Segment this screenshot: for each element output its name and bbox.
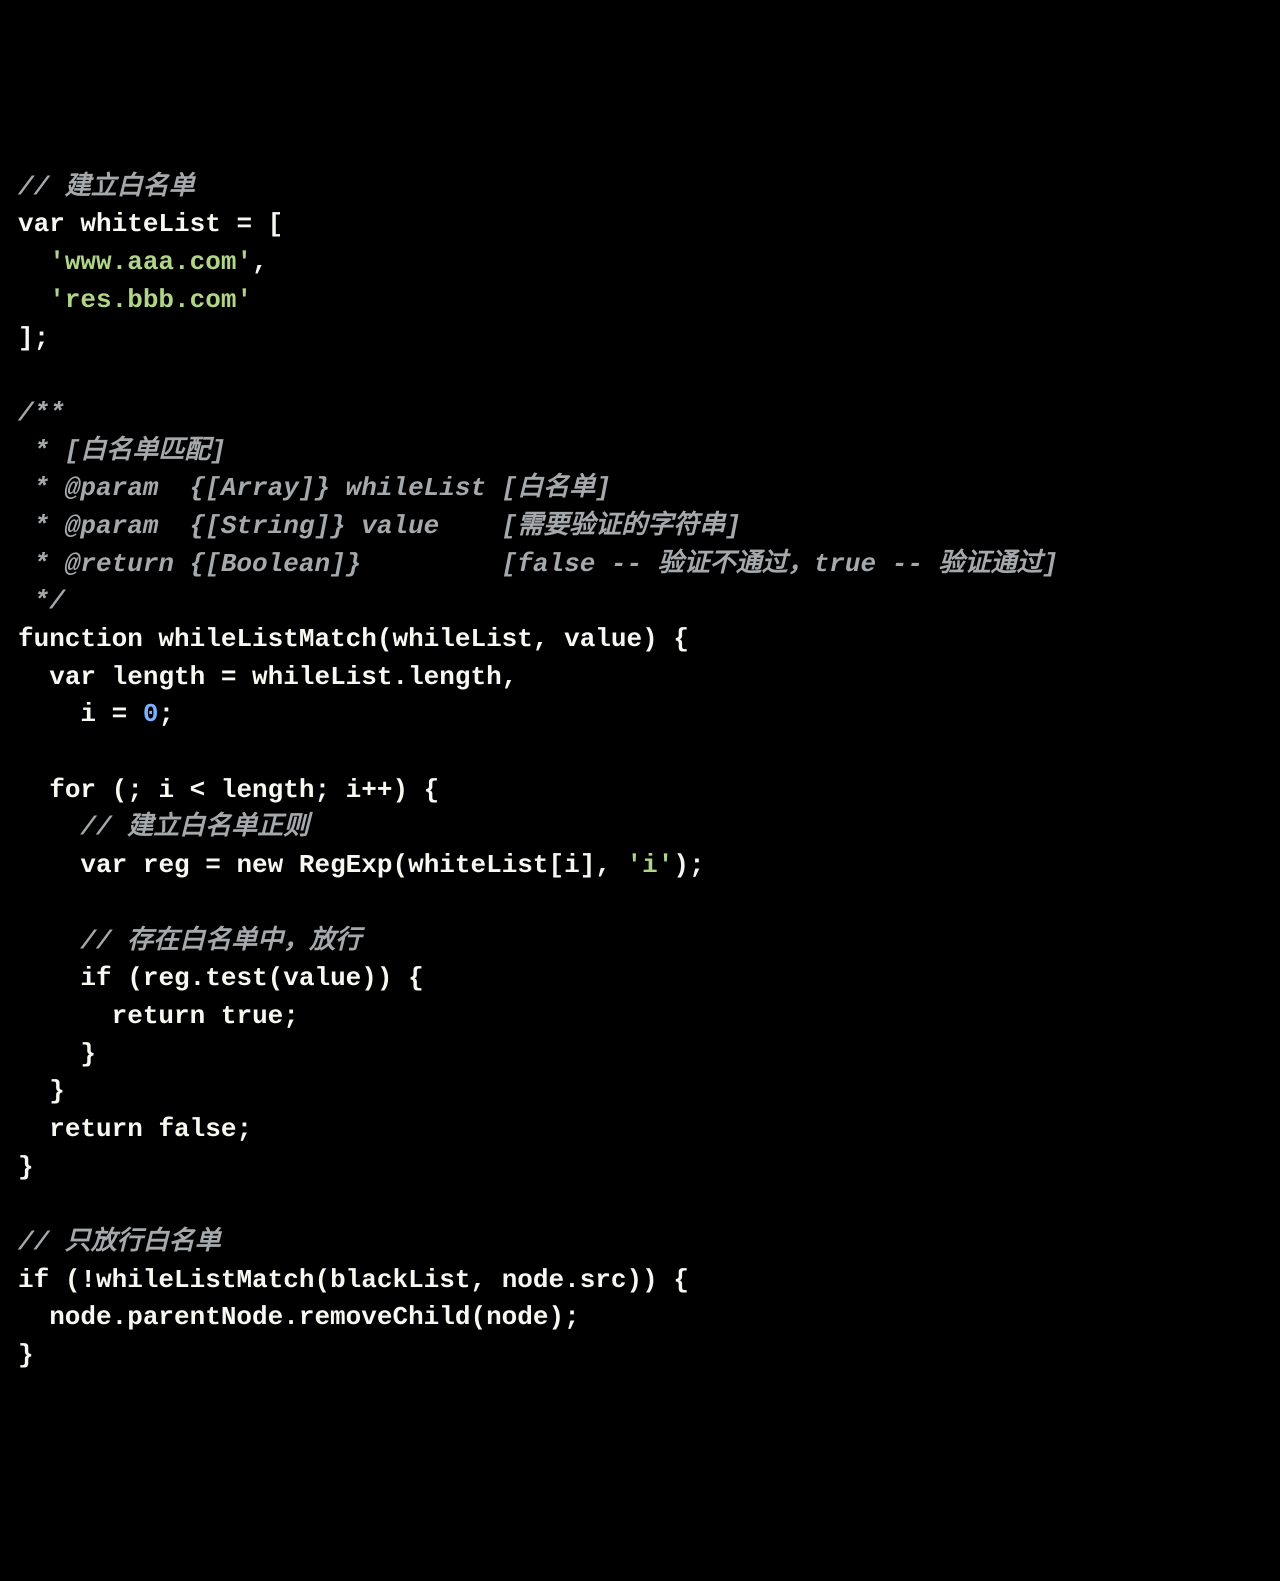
code-line: var whiteList = [ — [18, 206, 1262, 244]
code-line — [18, 734, 1262, 772]
code-token: var — [49, 662, 96, 692]
code-token: * @param {[Array]} whileList [白名单] — [18, 473, 611, 503]
code-line — [18, 1186, 1262, 1224]
code-line: node.parentNode.removeChild(node); — [18, 1299, 1262, 1337]
code-token: } — [18, 1076, 65, 1106]
code-line: for (; i < length; i++) { — [18, 772, 1262, 810]
code-token: 0 — [143, 699, 159, 729]
code-line: return true; — [18, 998, 1262, 1036]
code-line: return false; — [18, 1111, 1262, 1149]
code-token: } — [18, 1152, 34, 1182]
code-line: ]; — [18, 320, 1262, 358]
code-line: if (reg.test(value)) { — [18, 960, 1262, 998]
code-token: false — [158, 1114, 236, 1144]
code-token — [18, 775, 49, 805]
code-token: whileListMatch(whileList, value) { — [143, 624, 689, 654]
code-line: * @return {[Boolean]} [false -- 验证不通过，tr… — [18, 546, 1262, 584]
code-token: } — [18, 1039, 96, 1069]
code-token: // 存在白名单中，放行 — [80, 926, 361, 956]
code-token — [143, 1114, 159, 1144]
code-token — [18, 285, 49, 315]
code-line: // 建立白名单 — [18, 169, 1262, 207]
code-token: * [白名单匹配] — [18, 436, 226, 466]
code-token: (!whileListMatch(blackList, node.src)) { — [49, 1265, 689, 1295]
code-token — [18, 662, 49, 692]
code-token: new — [236, 850, 283, 880]
code-token: i = — [18, 699, 143, 729]
code-line: * @param {[String]} value [需要验证的字符串] — [18, 508, 1262, 546]
code-token: whiteList = [ — [65, 209, 283, 239]
code-token: var — [80, 850, 127, 880]
code-block: // 建立白名单 var whiteList = [ 'www.aaa.com',… — [18, 169, 1262, 1375]
code-line: // 只放行白名单 — [18, 1224, 1262, 1262]
code-token: } — [18, 1340, 34, 1370]
code-token — [18, 247, 49, 277]
code-line: i = 0; — [18, 696, 1262, 734]
code-token: function — [18, 624, 143, 654]
code-line — [18, 357, 1262, 395]
code-token — [18, 850, 80, 880]
code-token: (reg.test(value)) { — [112, 963, 424, 993]
code-token: return — [49, 1114, 143, 1144]
code-token: RegExp(whiteList[i], — [283, 850, 626, 880]
code-token: reg = — [127, 850, 236, 880]
code-token: (; i < length; i++) { — [96, 775, 439, 805]
code-token — [18, 1001, 112, 1031]
code-token: ; — [283, 1001, 299, 1031]
code-token: 'res.bbb.com' — [49, 285, 252, 315]
code-line: * @param {[Array]} whileList [白名单] — [18, 470, 1262, 508]
code-token — [18, 963, 80, 993]
code-line: var reg = new RegExp(whiteList[i], 'i'); — [18, 847, 1262, 885]
code-token: ]; — [18, 323, 49, 353]
code-token: , — [252, 247, 268, 277]
code-line: } — [18, 1337, 1262, 1375]
code-token: // 只放行白名单 — [18, 1227, 221, 1257]
code-line: } — [18, 1036, 1262, 1074]
code-line: var length = whileList.length, — [18, 659, 1262, 697]
code-token: return — [112, 1001, 206, 1031]
code-token: // 建立白名单 — [18, 172, 195, 202]
code-token: */ — [18, 586, 65, 616]
code-token: node.parentNode.removeChild(node); — [18, 1302, 580, 1332]
code-line: 'res.bbb.com' — [18, 282, 1262, 320]
code-line: if (!whileListMatch(blackList, node.src)… — [18, 1262, 1262, 1300]
code-token: * @param {[String]} value [需要验证的字符串] — [18, 511, 741, 541]
code-token: ; — [236, 1114, 252, 1144]
code-line: 'www.aaa.com', — [18, 244, 1262, 282]
code-token: /** — [18, 398, 65, 428]
code-line: // 存在白名单中，放行 — [18, 923, 1262, 961]
code-token: // 建立白名单正则 — [80, 812, 309, 842]
code-token — [18, 926, 80, 956]
code-token: if — [80, 963, 111, 993]
code-token: 'i' — [627, 850, 674, 880]
code-line: // 建立白名单正则 — [18, 809, 1262, 847]
code-token: var — [18, 209, 65, 239]
code-token: 'www.aaa.com' — [49, 247, 252, 277]
code-token — [205, 1001, 221, 1031]
code-token: length = whileList.length, — [96, 662, 517, 692]
code-token: if — [18, 1265, 49, 1295]
code-line: } — [18, 1073, 1262, 1111]
code-token: * @return {[Boolean]} [false -- 验证不通过，tr… — [18, 549, 1058, 579]
code-token: ); — [673, 850, 704, 880]
code-line — [18, 885, 1262, 923]
code-line: } — [18, 1149, 1262, 1187]
code-line: * [白名单匹配] — [18, 433, 1262, 471]
code-token: true — [221, 1001, 283, 1031]
code-line: */ — [18, 583, 1262, 621]
code-line: /** — [18, 395, 1262, 433]
code-token: ; — [158, 699, 174, 729]
code-token — [18, 1114, 49, 1144]
code-line: function whileListMatch(whileList, value… — [18, 621, 1262, 659]
code-token — [18, 812, 80, 842]
code-token: for — [49, 775, 96, 805]
